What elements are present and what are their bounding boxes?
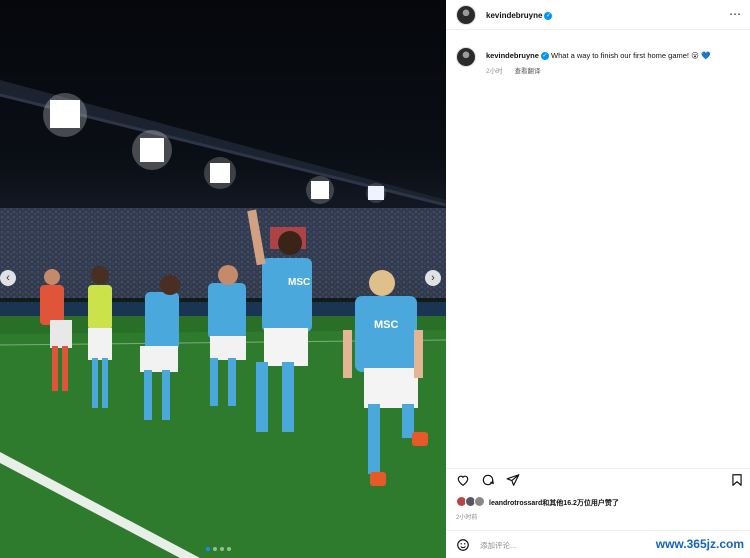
username-link[interactable]: kevindebruyne ✓ (486, 11, 553, 20)
likes-row: leandrotrossard和其他16.2万位用户赞了 (446, 496, 750, 510)
likes-text[interactable]: leandrotrossard和其他16.2万位用户赞了 (489, 498, 619, 508)
post-photo[interactable]: MSC MSC ‹ › (0, 0, 446, 558)
carousel-dot (220, 547, 224, 551)
post-time: 2小时 (486, 68, 503, 75)
post-header: kevindebruyne ✓ ⋯ (446, 0, 750, 30)
share-icon[interactable] (506, 473, 520, 487)
post-side-panel: kevindebruyne ✓ ⋯ kevindebruyne ✓ What a w… (446, 0, 750, 558)
post-timestamp: 2小时前 (456, 515, 478, 521)
liker-username[interactable]: leandrotrossard (489, 500, 542, 507)
sponsor-logo-2: MSC (374, 319, 399, 331)
bookmark-icon[interactable] (730, 473, 744, 487)
avatar[interactable] (456, 5, 476, 25)
caption-line: kevindebruyne ✓ What a way to finish our … (486, 51, 748, 61)
prev-slide-button[interactable]: ‹ (0, 270, 16, 286)
verified-badge-icon: ✓ (544, 11, 553, 20)
action-bar (446, 468, 750, 492)
carousel-indicator (206, 547, 231, 551)
caption-username[interactable]: kevindebruyne (486, 51, 539, 60)
username-text[interactable]: kevindebruyne (486, 11, 542, 20)
carousel-dot (227, 547, 231, 551)
sponsor-logo: MSC (288, 277, 310, 288)
emoji-icon[interactable] (456, 538, 470, 552)
caption-meta: 2小时 查看翻译 (486, 65, 550, 75)
likes-rest[interactable]: 和其他16.2万位用户赞了 (542, 500, 619, 507)
caption-text: What a way to finish our first home game… (551, 51, 711, 60)
next-slide-button[interactable]: › (425, 270, 441, 286)
avatar[interactable] (456, 47, 476, 67)
verified-badge-icon: ✓ (540, 52, 549, 61)
stadium-scene: MSC MSC (0, 80, 446, 558)
watermark: www.365jz.com (655, 537, 744, 551)
comment-input[interactable] (480, 539, 630, 552)
comment-bar: www.365jz.com (446, 530, 750, 558)
heart-icon[interactable] (456, 473, 470, 487)
translate-link[interactable]: 查看翻译 (514, 68, 540, 75)
more-options-icon[interactable]: ⋯ (729, 7, 742, 21)
liker-avatar (474, 496, 485, 507)
carousel-dot (206, 547, 210, 551)
comment-icon[interactable] (481, 473, 495, 487)
carousel-dot (213, 547, 217, 551)
